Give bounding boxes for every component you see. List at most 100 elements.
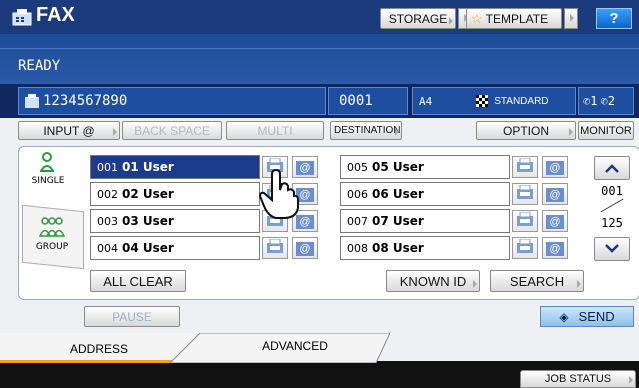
email-icon: @ [546, 239, 564, 257]
send-button[interactable]: ◈ SEND [540, 306, 634, 327]
tab-single[interactable]: SINGLE [22, 148, 82, 204]
option-label: OPTION [502, 123, 549, 138]
job-status-button[interactable]: JOB STATUS [520, 370, 636, 388]
chevron-right-icon [569, 128, 573, 136]
email-destination-button[interactable]: @ [292, 237, 318, 259]
phone-icon: ✆ [600, 94, 608, 108]
template-label: TEMPLATE [485, 11, 549, 26]
all-clear-button[interactable]: ALL CLEAR [90, 270, 186, 292]
input-at-button[interactable]: INPUT @ [18, 121, 120, 140]
count-display: 0001 [328, 87, 408, 115]
chevron-right-icon [473, 280, 477, 288]
pause-button[interactable]: PAUSE [84, 306, 180, 327]
status-text: READY [18, 58, 61, 74]
entry-name: 03 User [122, 214, 174, 228]
template-button[interactable]: ☆ TEMPLATE [466, 8, 562, 29]
page-down-button[interactable] [594, 237, 630, 261]
fax-number-display: 1234567890 [18, 87, 326, 115]
chevron-right-icon [570, 14, 574, 22]
paper-size: A4 [419, 94, 433, 108]
resolution-icon [476, 95, 489, 107]
group-users-icon [38, 217, 66, 237]
line2-label: 2 [607, 94, 615, 108]
destination-label: DESTINATION [334, 125, 401, 136]
email-destination-button[interactable]: @ [542, 183, 568, 205]
fax-destination-button[interactable] [262, 237, 288, 259]
phone-icon: ✆ [583, 94, 591, 108]
entry-name: 05 User [372, 160, 424, 174]
entry-number: 008 [347, 241, 368, 255]
address-entry[interactable]: 001 01 User [90, 155, 260, 179]
fax-icon [517, 211, 533, 231]
entry-name: 02 User [122, 187, 174, 201]
storage-label: STORAGE [388, 11, 448, 26]
tab-address[interactable]: ADDRESS [0, 333, 198, 363]
entry-number: 007 [347, 214, 368, 228]
chevron-right-icon [113, 128, 117, 136]
send-label: SEND [578, 309, 615, 324]
destination-button[interactable]: DESTINATION [330, 121, 402, 140]
line-status: ✆ 1 ✆ 2 [578, 87, 634, 115]
status-area [0, 34, 639, 84]
email-destination-button[interactable]: @ [542, 156, 568, 178]
single-label: SINGLE [31, 176, 65, 186]
entry-number: 005 [347, 160, 368, 174]
divider [0, 48, 639, 49]
star-icon: ☆ [471, 10, 483, 26]
entry-name: 04 User [122, 241, 174, 255]
fax-icon [267, 238, 283, 258]
address-entry[interactable]: 006 06 User [340, 182, 510, 206]
email-icon: @ [546, 212, 564, 230]
single-user-icon [40, 152, 54, 172]
fax-icon [517, 157, 533, 177]
job-status-label: JOB STATUS [544, 373, 612, 385]
chevron-down-icon [605, 244, 619, 253]
address-entry[interactable]: 005 05 User [340, 155, 510, 179]
chevron-right-icon [577, 280, 581, 288]
backspace-button[interactable]: BACK SPACE [122, 121, 222, 140]
multi-button[interactable]: MULTI [226, 121, 324, 140]
email-icon: @ [296, 239, 314, 257]
monitor-button[interactable]: MONITOR [578, 121, 634, 140]
address-entry[interactable]: 003 03 User [90, 209, 260, 233]
storage-button[interactable]: STORAGE [380, 8, 456, 29]
fax-number: 1234567890 [43, 93, 128, 109]
email-icon: @ [546, 158, 564, 176]
entry-number: 002 [97, 187, 118, 201]
fax-destination-button[interactable] [512, 237, 538, 259]
fax-destination-button[interactable] [512, 183, 538, 205]
entry-number: 006 [347, 187, 368, 201]
address-entry[interactable]: 002 02 User [90, 182, 260, 206]
known-id-label: KNOWN ID [399, 273, 467, 289]
group-label: GROUP [35, 242, 69, 252]
address-entry[interactable]: 004 04 User [90, 236, 260, 260]
address-entry[interactable]: 008 08 User [340, 236, 510, 260]
known-id-button[interactable]: KNOWN ID [386, 270, 480, 292]
option-button[interactable]: OPTION [476, 121, 576, 140]
address-label: ADDRESS [69, 342, 128, 356]
search-label: SEARCH [509, 273, 565, 289]
template-arrow[interactable] [564, 8, 578, 29]
email-destination-button[interactable]: @ [542, 237, 568, 259]
entry-number: 004 [97, 241, 118, 255]
entry-name: 07 User [372, 214, 424, 228]
search-button[interactable]: SEARCH [490, 270, 584, 292]
chevron-right-icon [395, 128, 399, 136]
email-destination-button[interactable]: @ [542, 210, 568, 232]
send-icon: ◈ [559, 309, 569, 324]
count-value: 0001 [339, 93, 373, 109]
fax-destination-button[interactable] [512, 156, 538, 178]
entry-name: 01 User [122, 160, 174, 174]
entry-name: 08 User [372, 241, 424, 255]
page-up-button[interactable] [594, 156, 630, 180]
submenu-arrow-icon [449, 17, 453, 25]
fax-icon [517, 184, 533, 204]
total-pages: 125 [601, 216, 623, 230]
chevron-right-icon [629, 376, 633, 384]
chevron-up-icon [605, 164, 619, 173]
fax-destination-button[interactable] [512, 210, 538, 232]
tab-advanced[interactable]: ADVANCED [210, 339, 380, 359]
address-entry[interactable]: 007 07 User [340, 209, 510, 233]
help-button[interactable]: ? [596, 8, 632, 29]
entry-number: 001 [97, 160, 118, 174]
